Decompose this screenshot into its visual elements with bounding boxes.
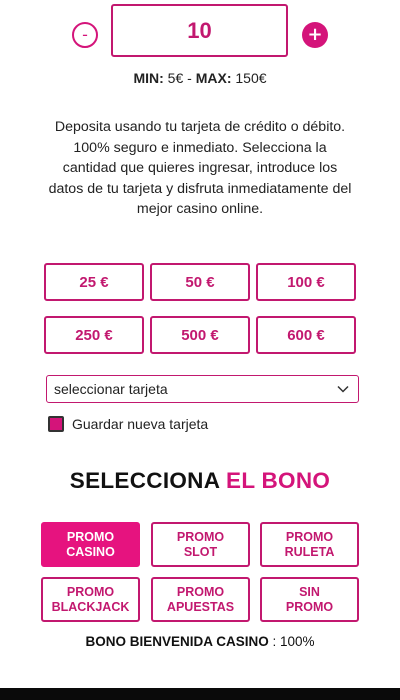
increase-button[interactable]: + [302, 22, 328, 48]
deposit-limits: MIN: 5€ - MAX: 150€ [0, 70, 400, 86]
sin-promo-button[interactable]: SIN PROMO [260, 577, 359, 622]
bottom-bar [0, 688, 400, 700]
bono-info-label: BONO BIENVENIDA CASINO [85, 634, 269, 649]
save-card-row: Guardar nueva tarjeta [48, 416, 208, 432]
save-card-label: Guardar nueva tarjeta [72, 416, 209, 432]
promo-blackjack-button[interactable]: PROMO BLACKJACK [41, 577, 140, 622]
bono-section-title: SELECCIONA EL BONO [0, 468, 400, 494]
deposit-description: Deposita usando tu tarjeta de crédito o … [48, 119, 352, 217]
card-select[interactable]: seleccionar tarjeta [46, 375, 359, 403]
decrease-button[interactable]: - [72, 22, 98, 48]
amount-option-100[interactable]: 100 € [256, 263, 356, 301]
min-value: 5€ [167, 70, 184, 86]
max-value: 150€ [235, 70, 267, 86]
chevron-down-icon [337, 385, 349, 393]
limits-separator: - [187, 70, 192, 86]
amount-option-250[interactable]: 250 € [44, 316, 144, 354]
amount-input[interactable]: 10 [111, 4, 288, 57]
amount-option-50[interactable]: 50 € [150, 263, 250, 301]
promo-slot-button[interactable]: PROMO SLOT [151, 522, 250, 567]
amount-option-600[interactable]: 600 € [256, 316, 356, 354]
save-card-checkbox[interactable] [48, 416, 64, 432]
amount-stepper: - 10 + [0, 4, 400, 58]
amount-option-25[interactable]: 25 € [44, 263, 144, 301]
bono-title-part1: SELECCIONA [69, 468, 220, 493]
amount-option-500[interactable]: 500 € [150, 316, 250, 354]
promo-apuestas-button[interactable]: PROMO APUESTAS [151, 577, 250, 622]
card-select-value: seleccionar tarjeta [54, 381, 168, 397]
bono-title-part2: EL BONO [226, 468, 331, 493]
promo-casino-button[interactable]: PROMO CASINO [41, 522, 140, 567]
max-label: MAX: [195, 70, 232, 86]
min-label: MIN: [133, 70, 164, 86]
bono-info: BONO BIENVENIDA CASINO : 100% [0, 634, 400, 649]
promo-ruleta-button[interactable]: PROMO RULETA [260, 522, 359, 567]
bono-info-value: : 100% [272, 634, 315, 649]
